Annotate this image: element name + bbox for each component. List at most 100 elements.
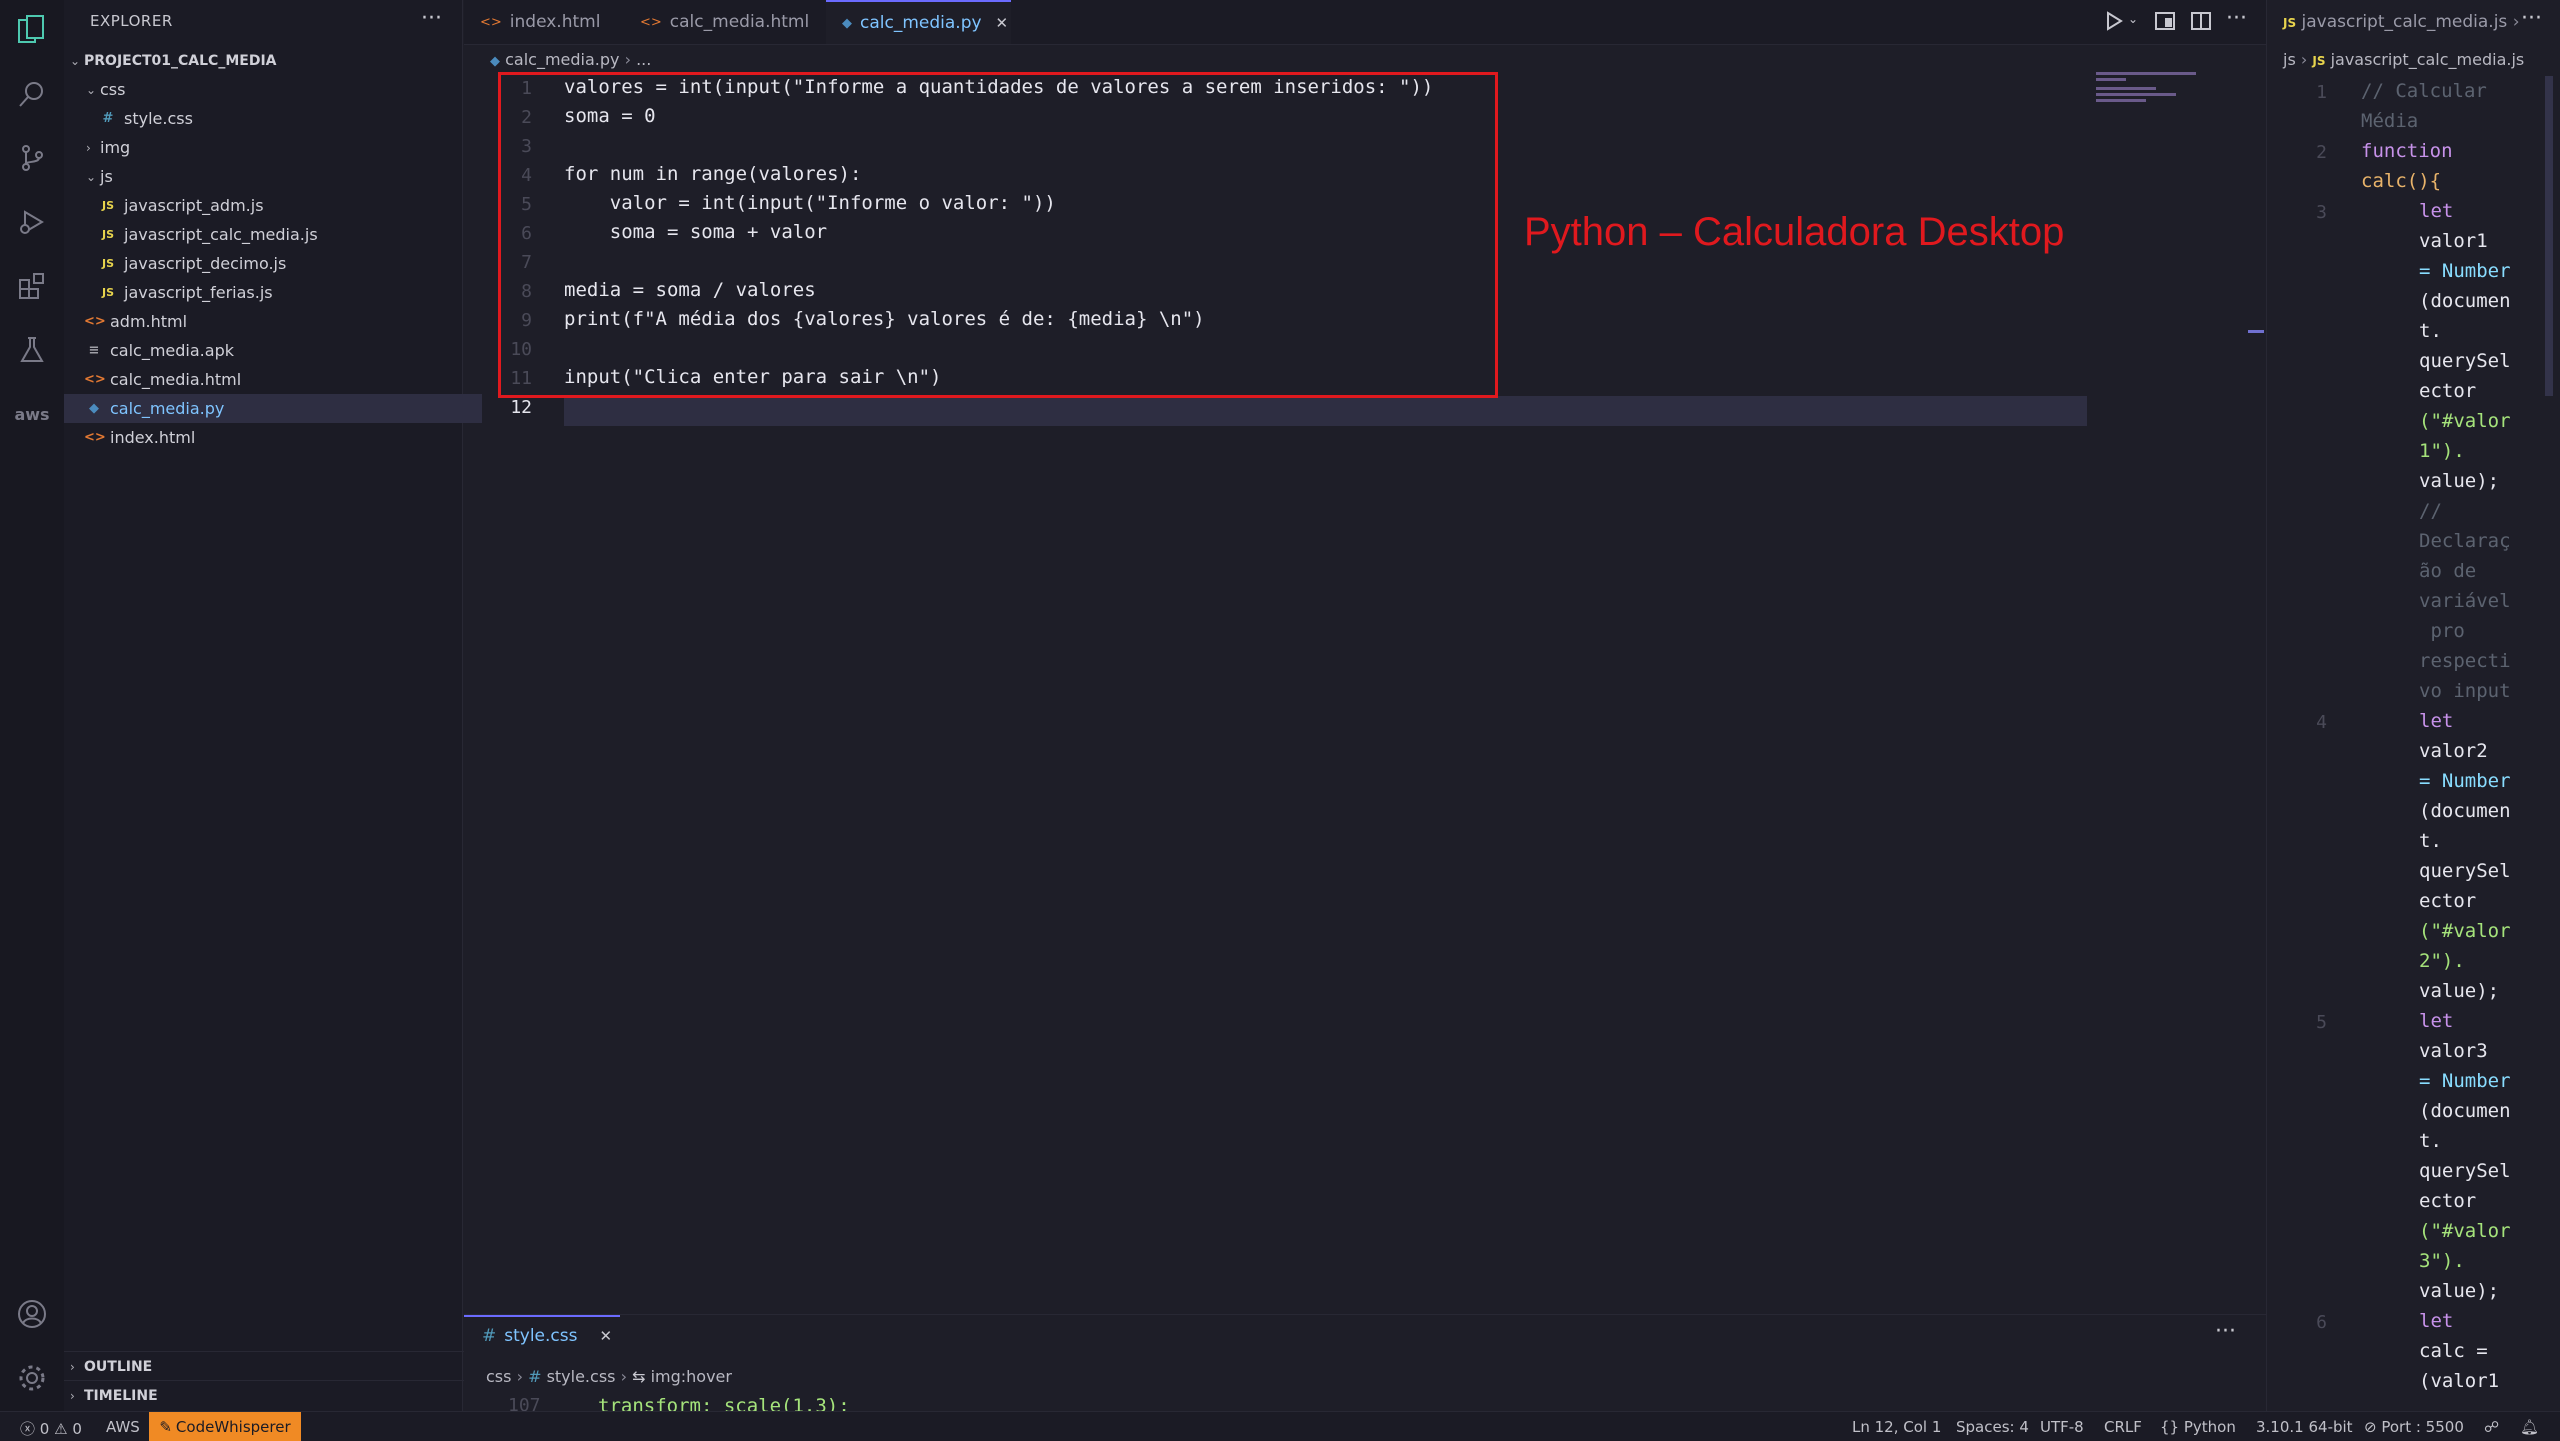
- line-number-current: 12: [510, 397, 532, 418]
- chevron-down-icon: ⌄: [86, 169, 97, 184]
- settings-gear-icon[interactable]: [14, 1360, 50, 1396]
- right-code-view[interactable]: // Calcular Média function calc(){let valor1…: [2267, 76, 2547, 1406]
- tree-label: js: [100, 167, 113, 186]
- close-tab-icon[interactable]: ✕: [996, 14, 1009, 32]
- bottom-breadcrumb: css › # style.css › ⇆ img:hover: [486, 1367, 732, 1386]
- tab-style-css[interactable]: # style.css ✕: [464, 1315, 620, 1355]
- tree-label: css: [100, 80, 126, 99]
- source-control-icon[interactable]: [14, 140, 50, 176]
- explorer-icon[interactable]: [14, 12, 50, 48]
- line-ending[interactable]: CRLF: [2104, 1418, 2142, 1436]
- right-code-line: t.: [2419, 1130, 2442, 1152]
- tab-label: index.html: [509, 12, 601, 32]
- cursor-position[interactable]: Ln 12, Col 1: [1852, 1418, 1941, 1436]
- right-code-line: function: [2361, 140, 2453, 162]
- tree-label: javascript_decimo.js: [124, 254, 287, 273]
- line-number: 107: [508, 1395, 541, 1412]
- html-file-icon: <>: [84, 372, 106, 387]
- codewhisperer-status[interactable]: ✎ CodeWhisperer: [149, 1412, 301, 1441]
- explorer-more-button[interactable]: ···: [421, 6, 442, 31]
- tree-file-calc-media-py[interactable]: ◆ calc_media.py: [64, 394, 482, 423]
- tree-file-calc-media-apk[interactable]: ≡ calc_media.apk: [64, 336, 482, 365]
- problems-indicator[interactable]: ⓧ 0 ⚠ 0: [20, 1418, 82, 1439]
- breadcrumb-file[interactable]: javascript_calc_media.js: [2331, 50, 2525, 69]
- aws-status[interactable]: AWS: [106, 1418, 140, 1436]
- breadcrumb-rest[interactable]: ...: [636, 50, 651, 69]
- project-root[interactable]: ⌄ PROJECT01_CALC_MEDIA: [64, 46, 468, 75]
- encoding[interactable]: UTF-8: [2040, 1418, 2084, 1436]
- tree-folder-js[interactable]: ⌄ js: [64, 162, 484, 191]
- tree-file-calc-media-html[interactable]: <> calc_media.html: [64, 365, 482, 394]
- breadcrumb-folder[interactable]: js: [2283, 50, 2296, 69]
- tab-javascript-calc-media[interactable]: JS javascript_calc_media.js ›: [2283, 12, 2520, 32]
- right-line-number: 2: [2316, 142, 2327, 163]
- right-code-line: vo input: [2419, 680, 2511, 702]
- close-tab-icon[interactable]: ✕: [599, 1327, 612, 1345]
- right-code-line: let: [2419, 710, 2454, 732]
- breadcrumb-item[interactable]: style.css: [547, 1367, 616, 1386]
- js-file-icon: JS: [101, 286, 114, 299]
- tree-file-index-html[interactable]: <> index.html: [64, 423, 482, 452]
- right-code-line: ão de: [2419, 560, 2477, 582]
- tab-calc-media-html[interactable]: <> calc_media.html: [624, 0, 824, 44]
- code-editor[interactable]: 1 2 3 4 5 6 7 8 9 10 11 12 valores = int…: [464, 70, 2266, 1314]
- tab-calc-media-py[interactable]: ◆ calc_media.py ✕: [826, 0, 1011, 44]
- tree-file-javascript-calc-media[interactable]: JS javascript_calc_media.js: [64, 220, 496, 249]
- testing-icon[interactable]: [14, 332, 50, 368]
- run-dropdown-icon[interactable]: ⌄: [2128, 12, 2138, 26]
- breadcrumb-file[interactable]: calc_media.py: [505, 50, 619, 69]
- right-pane-more-button[interactable]: ···: [2521, 6, 2542, 31]
- tab-index-html[interactable]: <> index.html: [464, 0, 624, 44]
- open-preview-icon[interactable]: [2154, 10, 2176, 36]
- explorer-sidebar: EXPLORER ··· ⌄ PROJECT01_CALC_MEDIA ⌄ css…: [64, 0, 482, 1424]
- editor-more-button[interactable]: ···: [2226, 6, 2247, 31]
- python-interpreter[interactable]: 3.10.1 64-bit: [2256, 1418, 2353, 1436]
- right-code-line: t.: [2419, 320, 2442, 342]
- right-code-line: ("#valor: [2419, 920, 2511, 942]
- right-code-line: +: [2419, 1400, 2430, 1406]
- tree-label: style.css: [124, 109, 193, 128]
- run-debug-icon[interactable]: [14, 204, 50, 240]
- breadcrumb-item[interactable]: css: [486, 1367, 511, 1386]
- outline-section[interactable]: › OUTLINE: [64, 1351, 468, 1381]
- feedback-icon[interactable]: ☍: [2484, 1418, 2499, 1436]
- warning-count: 0: [72, 1420, 82, 1438]
- right-scrollbar-thumb[interactable]: [2545, 76, 2553, 396]
- tree-file-style-css[interactable]: # style.css: [64, 104, 496, 133]
- right-code-line: valor3: [2419, 1040, 2488, 1062]
- search-icon[interactable]: [14, 76, 50, 112]
- css-file-icon: #: [528, 1367, 542, 1386]
- notifications-bell-icon[interactable]: 🔔︎: [2520, 1418, 2539, 1436]
- project-name: PROJECT01_CALC_MEDIA: [84, 52, 277, 69]
- tree-folder-css[interactable]: ⌄ css: [64, 75, 484, 104]
- live-server-port[interactable]: ⊘ Port : 5500: [2364, 1418, 2464, 1436]
- right-code-line: querySel: [2419, 350, 2511, 372]
- right-code-line: = Number: [2419, 1070, 2511, 1092]
- indentation[interactable]: Spaces: 4: [1956, 1418, 2029, 1436]
- scrollbar-marker: [2248, 330, 2264, 333]
- right-code-line: t.: [2419, 830, 2442, 852]
- pencil-icon: ✎: [159, 1417, 172, 1436]
- breadcrumb-item[interactable]: img:hover: [651, 1367, 732, 1386]
- bottom-more-button[interactable]: ···: [2215, 1319, 2236, 1344]
- tree-file-adm-html[interactable]: <> adm.html: [64, 307, 482, 336]
- right-code-line: respecti: [2419, 650, 2511, 672]
- port-label: Port : 5500: [2381, 1418, 2464, 1436]
- python-file-icon: ◆: [490, 54, 500, 69]
- tree-file-javascript-ferias[interactable]: JS javascript_ferias.js: [64, 278, 496, 307]
- run-file-icon[interactable]: [2104, 10, 2124, 36]
- split-editor-icon[interactable]: [2190, 10, 2212, 36]
- tree-file-javascript-adm[interactable]: JS javascript_adm.js: [64, 191, 496, 220]
- right-code-line: (documen: [2419, 1100, 2511, 1122]
- braces-icon: {}: [2160, 1418, 2180, 1436]
- chevron-down-icon: ⌄: [70, 53, 81, 68]
- tree-folder-img[interactable]: › img: [64, 133, 484, 162]
- minimap[interactable]: [2096, 72, 2206, 112]
- account-icon[interactable]: [14, 1296, 50, 1332]
- timeline-section[interactable]: › TIMELINE: [64, 1380, 468, 1410]
- tree-file-javascript-decimo[interactable]: JS javascript_decimo.js: [64, 249, 496, 278]
- language-mode[interactable]: {} Python: [2160, 1418, 2236, 1436]
- extensions-icon[interactable]: [14, 268, 50, 304]
- aws-icon[interactable]: aws: [14, 396, 50, 432]
- tree-label: calc_media.html: [110, 370, 242, 389]
